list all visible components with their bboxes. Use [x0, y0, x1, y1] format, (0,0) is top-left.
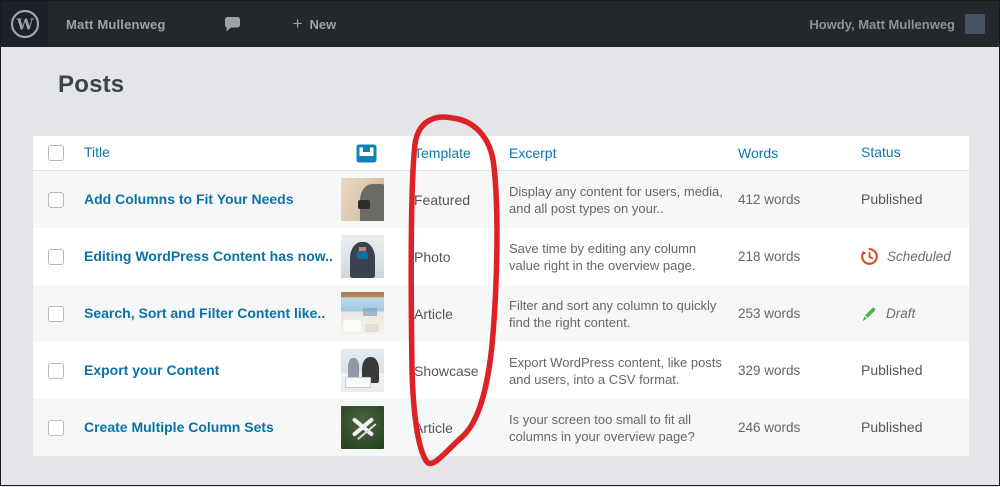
- post-title-link[interactable]: Editing WordPress Content has now..: [84, 248, 333, 265]
- column-header-excerpt[interactable]: Excerpt: [509, 145, 556, 161]
- table-header-row: Title Template Excerpt Words Status: [33, 136, 969, 171]
- wordpress-logo-icon: W: [10, 9, 40, 39]
- row-checkbox[interactable]: [48, 306, 64, 322]
- row-checkbox[interactable]: [48, 249, 64, 265]
- table-row: Add Columns to Fit Your Needs Featured D…: [33, 171, 969, 228]
- wordpress-admin-screen: W Matt Mullenweg + New Howdy, Matt Mulle…: [0, 0, 1000, 486]
- row-checkbox[interactable]: [48, 420, 64, 436]
- status-label: Published: [861, 419, 923, 435]
- table-row: Export your Content Showcase Export Word…: [33, 342, 969, 399]
- table-row: Editing WordPress Content has now.. Phot…: [33, 228, 969, 285]
- status-label: Published: [861, 191, 923, 207]
- status-cell: Published: [841, 362, 969, 380]
- excerpt-cell: Is your screen too small to fit all colu…: [496, 411, 726, 445]
- scheduled-clock-icon: [861, 248, 878, 265]
- words-cell: 412 words: [726, 192, 841, 207]
- post-thumbnail: [341, 406, 384, 449]
- words-cell: 246 words: [726, 420, 841, 435]
- howdy-account-menu[interactable]: Howdy, Matt Mullenweg: [809, 17, 955, 32]
- user-avatar[interactable]: [965, 14, 985, 34]
- words-cell: 253 words: [726, 306, 841, 321]
- new-content-button[interactable]: + New: [293, 14, 337, 34]
- table-row: Create Multiple Column Sets Article Is y…: [33, 399, 969, 456]
- template-cell: Showcase: [401, 363, 496, 379]
- post-thumbnail: [341, 235, 384, 278]
- post-thumbnail: [341, 178, 384, 221]
- template-cell: Featured: [401, 192, 496, 208]
- draft-pencil-icon: [861, 306, 877, 322]
- post-title-link[interactable]: Export your Content: [84, 362, 219, 379]
- excerpt-cell: Save time by editing any column value ri…: [496, 240, 726, 274]
- featured-image-column-icon[interactable]: [356, 144, 377, 163]
- words-cell: 329 words: [726, 363, 841, 378]
- post-title-link[interactable]: Create Multiple Column Sets: [84, 419, 274, 436]
- status-label: Draft: [886, 306, 915, 321]
- post-thumbnail: [341, 349, 384, 392]
- status-cell: Scheduled: [841, 248, 969, 265]
- status-cell: Published: [841, 419, 969, 437]
- table-row: Search, Sort and Filter Content like.. A…: [33, 285, 969, 342]
- select-all-checkbox[interactable]: [48, 145, 64, 161]
- status-label: Published: [861, 362, 923, 378]
- post-title-link[interactable]: Search, Sort and Filter Content like..: [84, 305, 325, 322]
- post-thumbnail: [341, 292, 384, 335]
- column-header-words[interactable]: Words: [738, 145, 778, 161]
- new-label: New: [310, 17, 337, 32]
- posts-table: Title Template Excerpt Words Status Add …: [33, 136, 969, 456]
- page-title: Posts: [58, 71, 124, 99]
- excerpt-cell: Display any content for users, media, an…: [496, 183, 726, 217]
- status-cell: Draft: [841, 306, 969, 322]
- column-header-title[interactable]: Title: [84, 144, 110, 160]
- column-header-template[interactable]: Template: [414, 145, 471, 161]
- row-checkbox[interactable]: [48, 363, 64, 379]
- status-label: Scheduled: [887, 249, 951, 264]
- excerpt-cell: Export WordPress content, like posts and…: [496, 354, 726, 388]
- post-title-link[interactable]: Add Columns to Fit Your Needs: [84, 191, 294, 208]
- comment-bubble-icon: [224, 17, 241, 32]
- svg-text:W: W: [15, 16, 34, 34]
- site-name-menu[interactable]: Matt Mullenweg: [66, 17, 166, 32]
- plus-icon: +: [293, 14, 303, 34]
- template-cell: Article: [401, 306, 496, 322]
- comments-button[interactable]: [224, 17, 241, 32]
- status-cell: Published: [841, 191, 969, 209]
- template-cell: Photo: [401, 249, 496, 265]
- row-checkbox[interactable]: [48, 192, 64, 208]
- wordpress-logo-button[interactable]: W: [1, 1, 48, 47]
- excerpt-cell: Filter and sort any column to quickly fi…: [496, 297, 726, 331]
- column-header-status[interactable]: Status: [861, 144, 901, 160]
- template-cell: Article: [401, 420, 496, 436]
- admin-bar: W Matt Mullenweg + New Howdy, Matt Mulle…: [1, 1, 999, 47]
- words-cell: 218 words: [726, 249, 841, 264]
